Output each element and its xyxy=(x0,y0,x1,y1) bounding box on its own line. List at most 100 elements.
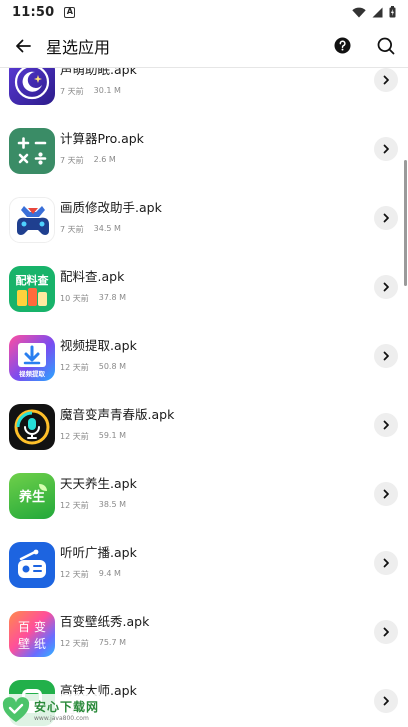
search-button[interactable] xyxy=(364,24,408,68)
chevron-right-icon xyxy=(383,627,389,637)
microphone-icon xyxy=(9,404,55,450)
app-meta: 7 天前 2.6 M xyxy=(60,155,116,166)
app-name: 配料查.apk xyxy=(60,269,125,284)
app-age: 12 天前 xyxy=(60,570,89,579)
help-button[interactable] xyxy=(320,24,364,68)
app-age: 10 天前 xyxy=(60,294,89,303)
app-age: 7 天前 xyxy=(60,87,84,96)
chevron-right-icon xyxy=(383,144,389,154)
chevron-right-icon xyxy=(383,282,389,292)
arrow-left-icon xyxy=(16,39,31,52)
app-size: 75.7 M xyxy=(98,638,126,647)
app-size: 34.5 M xyxy=(93,224,121,233)
gamepad-icon xyxy=(9,197,55,243)
download-video-icon: 视频提取 xyxy=(9,335,55,381)
status-time: 11:50 xyxy=(12,4,55,20)
app-size: 59.1 M xyxy=(98,431,126,440)
back-button[interactable] xyxy=(0,24,46,68)
help-icon xyxy=(334,37,350,54)
open-button[interactable] xyxy=(374,206,398,230)
app-row-shipintiqu[interactable]: 视频提取 视频提取.apk 12 天前 50.8 M xyxy=(0,325,408,394)
app-row-baibian[interactable]: 百 变 壁 纸 百变壁纸秀.apk 12 天前 75.7 M xyxy=(0,601,408,670)
scrollbar[interactable] xyxy=(404,160,407,286)
open-button[interactable] xyxy=(374,620,398,644)
icon-label: 配料查 xyxy=(16,273,49,287)
app-name: 百变壁纸秀.apk xyxy=(60,614,150,629)
app-row-moyin[interactable]: 魔音变声青春版.apk 12 天前 59.1 M xyxy=(0,394,408,463)
chevron-right-icon xyxy=(383,558,389,568)
icon-label: 壁 xyxy=(18,636,30,651)
app-meta: 12 天前 9.4 M xyxy=(60,569,121,580)
chevron-right-icon xyxy=(383,351,389,361)
app-size: 38.5 M xyxy=(98,500,126,509)
app-age: 12 天前 xyxy=(60,432,89,441)
app-name: 视频提取.apk xyxy=(60,338,137,353)
watermark: 安心下载网 www.java800.com xyxy=(2,694,106,726)
signal-icon xyxy=(372,7,383,17)
app-row-calculator[interactable]: 计算器Pro.apk 7 天前 2.6 M xyxy=(0,118,408,187)
open-button[interactable] xyxy=(374,482,398,506)
calculator-icon xyxy=(9,128,55,174)
app-name: 魔音变声青春版.apk xyxy=(60,407,175,422)
app-row-yangsheng[interactable]: 养生 天天养生.apk 12 天前 38.5 M xyxy=(0,463,408,532)
app-name: 画质修改助手.apk xyxy=(60,200,162,215)
open-button[interactable] xyxy=(374,689,398,713)
app-meta: 12 天前 59.1 M xyxy=(60,431,126,442)
app-name: 听听广播.apk xyxy=(60,545,137,560)
chevron-right-icon xyxy=(383,213,389,223)
wifi-icon xyxy=(352,7,366,17)
app-meta: 7 天前 30.1 M xyxy=(60,86,121,97)
open-button[interactable] xyxy=(374,413,398,437)
open-button[interactable] xyxy=(374,137,398,161)
app-age: 7 天前 xyxy=(60,225,84,234)
app-meta: 12 天前 50.8 M xyxy=(60,362,126,373)
app-age: 12 天前 xyxy=(60,363,89,372)
icon-label: 变 xyxy=(34,619,46,634)
app-row-huazhi[interactable]: 画质修改助手.apk 7 天前 34.5 M xyxy=(0,187,408,256)
chevron-right-icon xyxy=(383,696,389,706)
icon-label: 视频提取 xyxy=(19,369,46,378)
status-bar: 11:50 A xyxy=(0,0,408,24)
app-name: 计算器Pro.apk xyxy=(60,131,144,146)
app-age: 12 天前 xyxy=(60,639,89,648)
app-size: 30.1 M xyxy=(93,86,121,95)
app-size: 9.4 M xyxy=(98,569,121,578)
app-age: 7 天前 xyxy=(60,156,84,165)
open-button[interactable] xyxy=(374,551,398,575)
app-meta: 7 天前 34.5 M xyxy=(60,224,121,235)
notification-icon: A xyxy=(64,6,76,18)
radio-icon xyxy=(9,542,55,588)
wallpaper-icon: 百 变 壁 纸 xyxy=(9,611,55,657)
battery-icon xyxy=(389,6,396,18)
app-size: 37.8 M xyxy=(98,293,126,302)
app-row-tingting[interactable]: 听听广播.apk 12 天前 9.4 M xyxy=(0,532,408,601)
open-button[interactable] xyxy=(374,68,398,92)
app-meta: 10 天前 37.8 M xyxy=(60,293,126,304)
moon-star-icon xyxy=(9,68,55,105)
open-button[interactable] xyxy=(374,275,398,299)
app-list[interactable]: 声萌助眠.apk 7 天前 30.1 M 计算器Pro.apk 7 天前 2.6… xyxy=(0,68,408,727)
app-size: 2.6 M xyxy=(93,155,116,164)
icon-label: 纸 xyxy=(34,637,46,651)
page-title: 星选应用 xyxy=(46,37,111,57)
search-icon xyxy=(377,37,395,54)
open-button[interactable] xyxy=(374,344,398,368)
chevron-right-icon xyxy=(383,489,389,499)
app-row-peiliaocha[interactable]: 配料查 配料查.apk 10 天前 37.8 M xyxy=(0,256,408,325)
watermark-url: www.java800.com xyxy=(34,715,89,722)
icon-label: 百 xyxy=(18,620,30,634)
app-name: 声萌助眠.apk xyxy=(60,68,137,77)
health-icon: 养生 xyxy=(9,473,55,519)
app-row-shengmeng[interactable]: 声萌助眠.apk 7 天前 30.1 M xyxy=(0,68,408,118)
app-age: 12 天前 xyxy=(60,501,89,510)
app-meta: 12 天前 38.5 M xyxy=(60,500,126,511)
app-size: 50.8 M xyxy=(98,362,126,371)
chevron-right-icon xyxy=(383,420,389,430)
heart-logo-icon xyxy=(2,697,30,722)
icon-label: 养生 xyxy=(18,489,45,505)
app-bar: 星选应用 xyxy=(0,24,408,68)
app-name: 天天养生.apk xyxy=(60,476,137,491)
chevron-right-icon xyxy=(383,75,389,85)
app-meta: 12 天前 75.7 M xyxy=(60,638,126,649)
ingredient-icon: 配料查 xyxy=(9,266,55,312)
